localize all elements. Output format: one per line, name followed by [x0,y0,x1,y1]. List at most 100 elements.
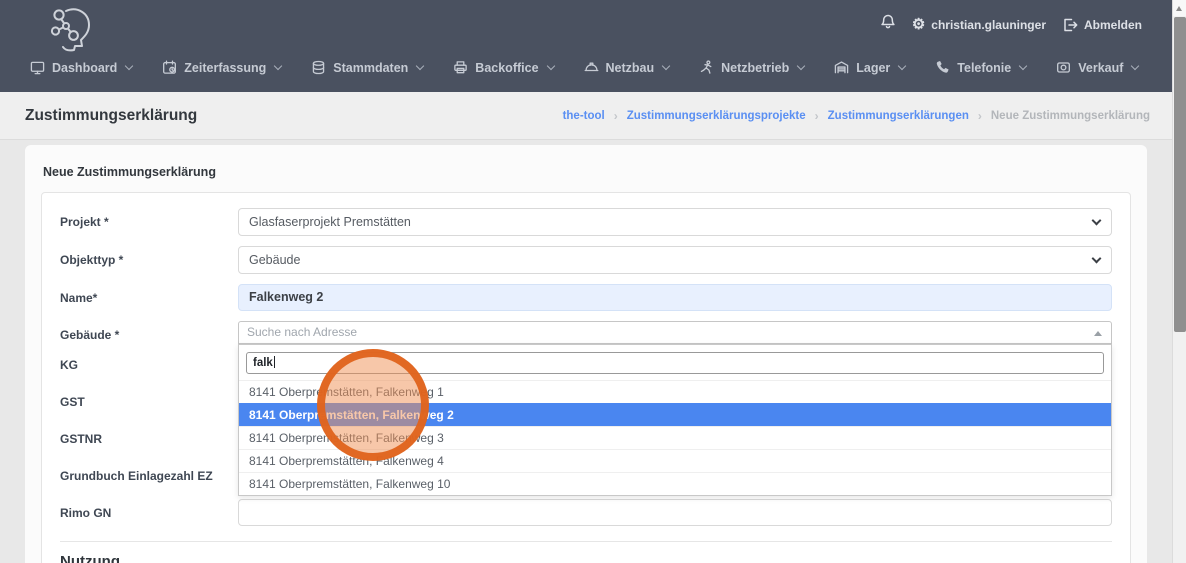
app-logo[interactable] [46,4,100,57]
form-row-gebaeude: Gebäude * Suche nach Adresse falk 8141 O… [60,321,1112,344]
address-option-falkenweg-4[interactable]: 8141 Oberpremstätten, Falkenweg 4 [239,449,1111,472]
form-row-rimo: Rimo GN [60,499,1112,526]
chevron-down-icon [1092,216,1102,226]
breadcrumb-separator: › [614,109,618,123]
top-navigation: ⚙ christian.glauninger Abmelden Dashboar… [0,0,1186,92]
coin-icon [1056,60,1071,75]
form-card: Neue Zustimmungserklärung Projekt * Glas… [25,145,1147,563]
address-option-falkenweg-10[interactable]: 8141 Oberpremstätten, Falkenweg 10 [239,472,1111,495]
menu-item-dashboard[interactable]: Dashboard [30,60,132,75]
scrollbar-thumb[interactable] [1174,17,1186,332]
name-label: Name* [60,284,238,311]
chevron-down-icon [125,61,133,69]
calendar-clock-icon [162,60,177,75]
projekt-select[interactable]: Glasfaserprojekt Premstätten [238,208,1112,236]
form-row-objekttyp: Objekttyp * Gebäude [60,246,1112,274]
rimo-label: Rimo GN [60,499,238,526]
menu-label: Telefonie [957,61,1011,75]
warehouse-icon [834,60,849,75]
running-person-icon [699,60,714,75]
chevron-down-icon [274,61,282,69]
printer-icon [453,60,468,75]
phone-icon [935,60,950,75]
nutzung-section-title: Nutzung [60,553,1112,563]
gstnr-label: GSTNR [60,425,238,452]
triangle-up-icon [1094,331,1102,336]
menu-item-stammdaten[interactable]: Stammdaten [311,60,423,75]
main-menu: Dashboard Zeiterfassung Stammdaten Backo… [30,60,1138,75]
user-settings[interactable]: ⚙ christian.glauninger [912,17,1046,32]
page-title: Zustimmungserklärung [25,107,197,125]
breadcrumb-link-projekte[interactable]: Zustimmungserklärungsprojekte [627,110,806,122]
menu-label: Netzbau [606,61,655,75]
rimo-input[interactable] [238,499,1112,526]
scrollbar-up-button[interactable] [1173,0,1186,16]
menu-item-netzbau[interactable]: Netzbau [584,60,670,75]
autocomplete-dropdown: falk 8141 Oberpremstätten, Falkenweg 1 8… [238,344,1112,496]
form-row-projekt: Projekt * Glasfaserprojekt Premstätten [60,208,1112,236]
projekt-select-value: Glasfaserprojekt Premstätten [249,215,411,229]
breadcrumb: the-tool › Zustimmungserklärungsprojekte… [563,109,1150,123]
address-option-falkenweg-3[interactable]: 8141 Oberpremstätten, Falkenweg 3 [239,426,1111,449]
card-title: Neue Zustimmungserklärung [43,165,1131,179]
menu-item-verkauf[interactable]: Verkauf [1056,60,1138,75]
menu-label: Lager [856,61,890,75]
chevron-down-icon [546,61,554,69]
menu-item-lager[interactable]: Lager [834,60,905,75]
menu-label: Zeiterfassung [184,61,266,75]
chevron-down-icon [1092,254,1102,264]
menu-item-telefonie[interactable]: Telefonie [935,60,1026,75]
objekttyp-label: Objekttyp * [60,246,238,274]
breadcrumb-link-zustimmungserklaerungen[interactable]: Zustimmungserklärungen [828,110,969,122]
menu-label: Backoffice [475,61,538,75]
grundbuch-label: Grundbuch Einlagezahl EZ [60,462,238,489]
database-icon [311,60,326,75]
page-header: Zustimmungserklärung the-tool › Zustimmu… [0,92,1172,140]
chevron-down-icon [1019,61,1027,69]
address-search-placeholder: Suche nach Adresse [247,325,357,339]
breadcrumb-separator: › [815,109,819,123]
breadcrumb-separator: › [978,109,982,123]
chevron-down-icon [662,61,670,69]
breadcrumb-current: Neue Zustimmungserklärung [991,110,1150,122]
monitor-icon [30,60,45,75]
objekttyp-select[interactable]: Gebäude [238,246,1112,274]
gebaeude-label: Gebäude * [60,321,238,344]
name-input[interactable]: Falkenweg 2 [238,284,1112,311]
menu-label: Netzbetrieb [721,61,789,75]
menu-item-backoffice[interactable]: Backoffice [453,60,553,75]
address-option-falkenweg-1[interactable]: 8141 Oberpremstätten, Falkenweg 1 [239,380,1111,403]
chevron-down-icon [1131,61,1139,69]
logout-label: Abmelden [1084,18,1142,32]
section-divider [60,541,1112,542]
form-row-name: Name* Falkenweg 2 [60,284,1112,311]
vertical-scrollbar[interactable] [1172,0,1186,563]
menu-label: Verkauf [1078,61,1123,75]
text-caret [274,356,275,368]
logout-icon [1062,17,1078,33]
autocomplete-search-input[interactable]: falk [246,352,1104,374]
username-label: christian.glauninger [931,18,1046,32]
user-area: ⚙ christian.glauninger Abmelden [880,14,1142,35]
menu-label: Dashboard [52,61,117,75]
app-window: ⚙ christian.glauninger Abmelden Dashboar… [0,0,1186,563]
address-search-combobox[interactable]: Suche nach Adresse [238,321,1112,344]
logout-button[interactable]: Abmelden [1062,17,1142,33]
breadcrumb-link-the-tool[interactable]: the-tool [563,110,605,122]
main-content: Neue Zustimmungserklärung Projekt * Glas… [0,141,1172,563]
address-option-falkenweg-2-selected[interactable]: 8141 Oberpremstätten, Falkenweg 2 [239,403,1111,426]
objekttyp-select-value: Gebäude [249,253,300,267]
projekt-label: Projekt * [60,208,238,236]
chevron-down-icon [898,61,906,69]
menu-item-zeiterfassung[interactable]: Zeiterfassung [162,60,281,75]
notifications-bell-icon[interactable] [880,14,896,35]
chevron-down-icon [416,61,424,69]
gear-icon: ⚙ [912,17,925,32]
menu-label: Stammdaten [333,61,408,75]
gst-label: GST [60,388,238,415]
hard-hat-icon [584,60,599,75]
menu-item-netzbetrieb[interactable]: Netzbetrieb [699,60,804,75]
brain-network-logo-icon [46,4,100,52]
form-panel: Projekt * Glasfaserprojekt Premstätten O… [41,192,1131,563]
kg-label: KG [60,351,238,378]
